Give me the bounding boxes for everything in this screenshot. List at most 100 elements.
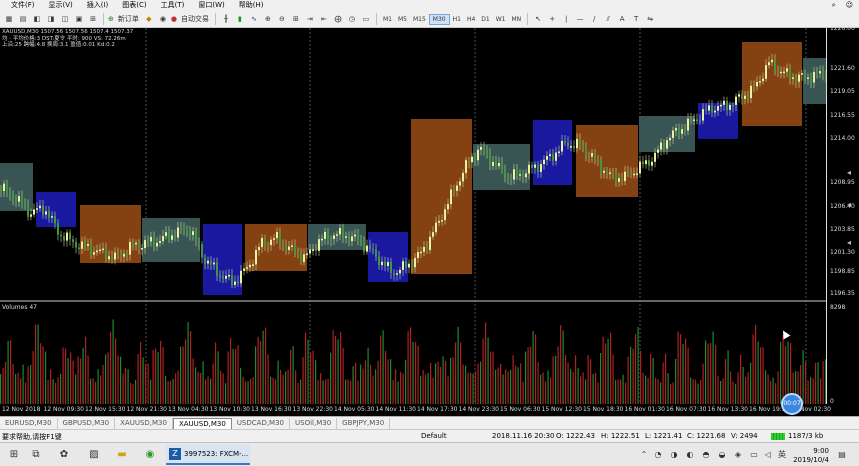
app-pinwheel-icon[interactable]: ✿ <box>58 449 70 461</box>
tray-app-icon[interactable]: ◈ <box>732 449 744 461</box>
folder-icon[interactable]: ▬ <box>116 449 128 461</box>
profiles-icon[interactable]: ▤ <box>17 13 29 26</box>
horizontal-line-icon[interactable]: — <box>574 13 586 26</box>
tray-app-icon[interactable]: ◑ <box>668 449 680 461</box>
candlestick-icon[interactable]: ▮ <box>234 13 246 26</box>
bar-chart-icon[interactable]: ╫ <box>220 13 232 26</box>
volume-bar <box>650 353 652 404</box>
volume-bar <box>492 351 494 404</box>
ime-indicator[interactable]: 英 <box>776 449 788 461</box>
candle-body <box>246 267 248 269</box>
crosshair-icon[interactable]: + <box>546 13 558 26</box>
timeframe-mn[interactable]: MN <box>508 14 524 25</box>
text-tool-icon[interactable]: A <box>616 13 628 26</box>
timeframe-m30[interactable]: M30 <box>428 13 450 25</box>
time-label: 13 Nov 10:30 <box>209 406 250 413</box>
price-axis[interactable]: 1226.00 1221.60 1219.05 1216.55 1214.00 … <box>826 25 859 416</box>
signals-icon[interactable]: ◉ <box>157 13 169 26</box>
menu-insert[interactable]: 插入(I) <box>80 0 116 11</box>
candle-body <box>243 268 245 271</box>
start-icon[interactable]: ⊞ <box>8 449 20 461</box>
menu-tools[interactable]: 工具(T) <box>154 0 192 11</box>
system-clock[interactable]: 9:00 2019/10/4 <box>793 447 829 465</box>
autotrade-button[interactable]: ● 自动交易 <box>171 13 211 26</box>
market-watch-icon[interactable]: ◧ <box>31 13 43 26</box>
timeframe-m1[interactable]: M1 <box>380 14 395 25</box>
tray-app-icon[interactable]: ◒ <box>716 449 728 461</box>
volume-bar <box>330 352 332 404</box>
task-view-icon[interactable]: ⧉ <box>30 449 42 461</box>
menu-window[interactable]: 窗口(W) <box>191 0 231 11</box>
menu-chart[interactable]: 图表(C) <box>115 0 153 11</box>
timeframe-d1[interactable]: D1 <box>478 14 492 25</box>
new-order-button[interactable]: ⊕ 新订单 <box>108 13 141 26</box>
volume-bar <box>680 334 682 404</box>
line-chart-icon[interactable]: ∿ <box>248 13 260 26</box>
templates-icon[interactable]: ▭ <box>360 13 372 26</box>
trendline-icon[interactable]: / <box>588 13 600 26</box>
tab-xauusd[interactable]: XAUUSD,M30 <box>115 418 173 429</box>
candle-body <box>21 196 23 205</box>
zoom-out-icon[interactable]: ⊖ <box>276 13 288 26</box>
taskbar-app-mt4[interactable]: Z 3997523: FXCM-... <box>166 445 250 465</box>
volume-icon[interactable]: ◁ <box>762 449 774 461</box>
autoscroll-icon[interactable]: ⇥ <box>304 13 316 26</box>
menu-file[interactable]: 文件(F) <box>4 0 42 11</box>
volume-bar <box>222 373 224 404</box>
volume-bar <box>630 346 632 404</box>
navigator-icon[interactable]: ◨ <box>45 13 57 26</box>
tray-app-icon[interactable]: ◐ <box>684 449 696 461</box>
timeframe-w1[interactable]: W1 <box>493 14 509 25</box>
tab-eurusd[interactable]: EURUSD,M30 <box>0 418 58 429</box>
new-chart-icon[interactable]: ▦ <box>3 13 15 26</box>
browser-icon[interactable]: ◉ <box>144 449 156 461</box>
candle-body <box>543 159 545 165</box>
data-window-icon[interactable]: ◫ <box>59 13 71 26</box>
price-chart-canvas[interactable] <box>0 28 826 404</box>
tray-up-icon[interactable]: ⌃ <box>638 449 650 461</box>
network-icon[interactable]: ▭ <box>748 449 760 461</box>
tab-usdcad[interactable]: USDCAD,M30 <box>232 418 291 429</box>
tab-gbpjpy[interactable]: GBPJPY,M30 <box>337 418 391 429</box>
chart-area[interactable]: XAUUSD,M30 1507.56 1507.56 1507.4 1507.3… <box>0 28 826 416</box>
tray-app-icon[interactable]: ◓ <box>700 449 712 461</box>
metaeditor-icon[interactable]: ◆ <box>143 13 155 26</box>
tray-app-icon[interactable]: ◔ <box>652 449 664 461</box>
timeframe-h1[interactable]: H1 <box>450 14 464 25</box>
vertical-line-icon[interactable]: | <box>560 13 572 26</box>
tab-usoil[interactable]: USOil,M30 <box>290 418 338 429</box>
candle-body <box>93 252 95 255</box>
chevron-left-icon[interactable]: ◂ <box>847 200 857 210</box>
terminal-icon[interactable]: ▣ <box>73 13 85 26</box>
search-icon[interactable]: ⌕ <box>832 0 836 11</box>
timeframe-h4[interactable]: H4 <box>464 14 478 25</box>
candle-body <box>327 231 329 239</box>
chevron-left-icon[interactable]: ◂ <box>847 168 857 178</box>
user-icon[interactable]: ☺ <box>846 0 853 11</box>
timeframe-m15[interactable]: M15 <box>410 14 429 25</box>
label-tool-icon[interactable]: T <box>630 13 642 26</box>
menu-help[interactable]: 帮助(H) <box>232 0 271 11</box>
timeframe-m5[interactable]: M5 <box>395 14 410 25</box>
screen-record-button[interactable]: 00:07 <box>781 393 803 415</box>
app-image-icon[interactable]: ▨ <box>88 449 100 461</box>
notification-icon[interactable]: ▤ <box>836 449 848 461</box>
chevron-left-icon[interactable]: ◂ <box>847 238 857 248</box>
indicators-icon[interactable]: ⨁ <box>332 13 344 26</box>
chart-shift-icon[interactable]: ⇤ <box>318 13 330 26</box>
menu-view[interactable]: 显示(V) <box>42 0 80 11</box>
tile-windows-icon[interactable]: ⊞ <box>290 13 302 26</box>
tab-gbpusd[interactable]: GBPUSD,M30 <box>58 418 116 429</box>
channel-icon[interactable]: ⫽ <box>602 13 614 26</box>
volume-bar <box>707 343 709 404</box>
tester-icon[interactable]: ⊞ <box>87 13 99 26</box>
periods-icon[interactable]: ◷ <box>346 13 358 26</box>
zoom-in-icon[interactable]: ⊕ <box>262 13 274 26</box>
candle-body <box>588 155 590 158</box>
tab-xauusd-active[interactable]: XAUUSD,M30 <box>172 418 232 429</box>
arrows-icon[interactable]: ⇋ <box>644 13 656 26</box>
candle-body <box>345 236 347 238</box>
volume-bar <box>735 383 737 404</box>
volume-bar <box>405 359 407 404</box>
cursor-icon[interactable]: ↖ <box>532 13 544 26</box>
